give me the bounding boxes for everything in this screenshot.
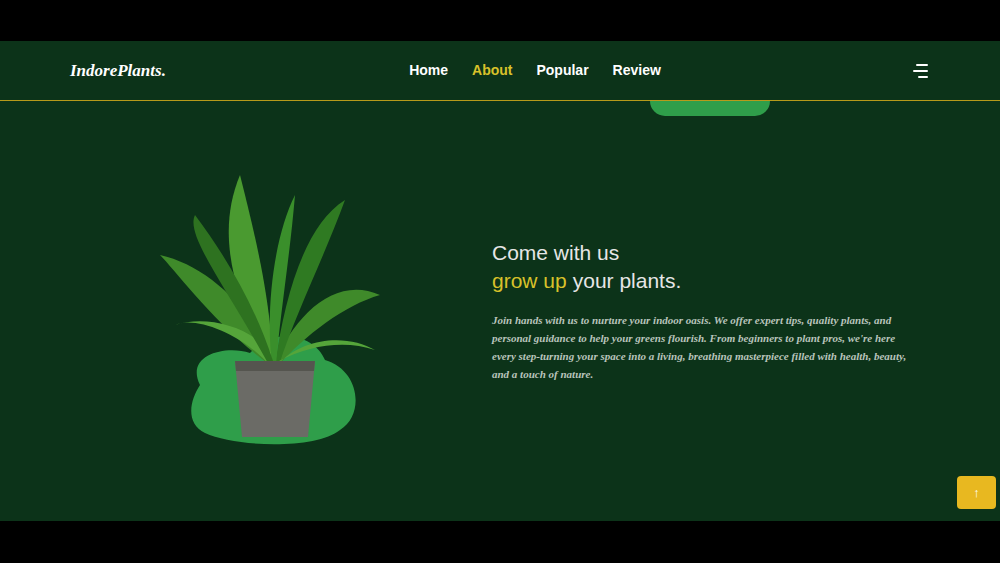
nav: Home About Popular Review	[409, 60, 661, 81]
page: IndorePlants. Home About Popular Review	[0, 41, 1000, 521]
hero-text: Come with us grow up your plants. Join ha…	[492, 239, 907, 383]
heading-highlight: grow up	[492, 269, 567, 292]
description: Join hands with us to nurture your indoo…	[492, 311, 907, 383]
nav-item[interactable]: Home	[409, 60, 448, 81]
nav-item[interactable]: About	[472, 60, 512, 81]
heading-rest: your plants.	[573, 269, 682, 292]
nav-item[interactable]: Popular	[536, 60, 588, 81]
plant-image	[155, 175, 385, 447]
scroll-top-button[interactable]: ↑	[957, 476, 996, 509]
heading: Come with us	[492, 241, 619, 264]
menu-icon[interactable]	[912, 63, 930, 79]
logo[interactable]: IndorePlants.	[70, 58, 339, 84]
nav-item[interactable]: Review	[613, 60, 661, 81]
header: IndorePlants. Home About Popular Review	[0, 41, 1000, 101]
decor-blob	[650, 101, 770, 116]
